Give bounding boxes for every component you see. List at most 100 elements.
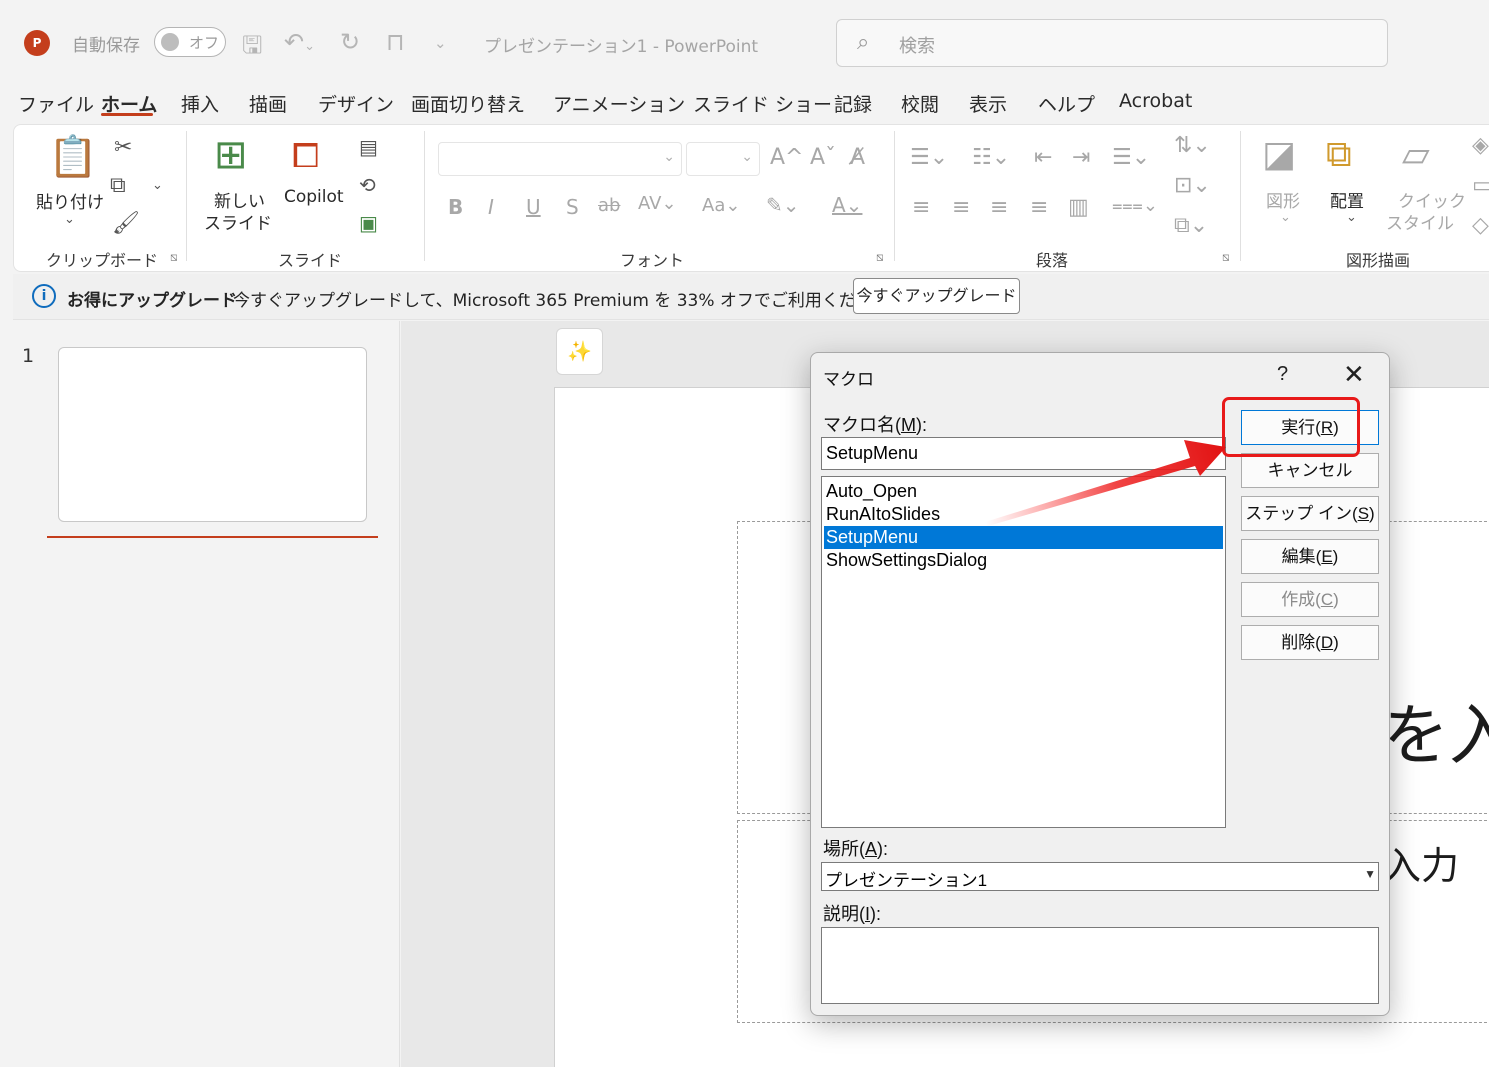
save-icon[interactable]: 🖫 bbox=[242, 28, 262, 69]
tab-view[interactable]: 表示 bbox=[969, 90, 1007, 117]
step-in-accesskey: S bbox=[1357, 504, 1370, 523]
quick-styles-icon[interactable]: ▱ bbox=[1402, 137, 1430, 173]
underline-icon[interactable]: U bbox=[526, 197, 541, 217]
tab-transitions[interactable]: 画面切り替え bbox=[411, 90, 525, 117]
font-launcher-icon[interactable]: ⧅ bbox=[876, 250, 884, 265]
cut-icon[interactable]: ✂ bbox=[114, 137, 132, 159]
tab-acrobat[interactable]: Acrobat bbox=[1119, 90, 1192, 112]
help-icon[interactable]: ? bbox=[1277, 363, 1288, 386]
tab-file[interactable]: ファイル bbox=[18, 90, 94, 117]
increase-indent-icon[interactable]: ⇥ bbox=[1072, 147, 1090, 169]
shapes-button[interactable]: 図形 bbox=[1266, 187, 1300, 212]
align-left-icon[interactable]: ≡ bbox=[912, 197, 930, 219]
chevron-down-icon: ⌄ bbox=[663, 149, 675, 165]
delete-button[interactable]: 削除(D) bbox=[1241, 625, 1379, 660]
copilot-button[interactable]: Copilot bbox=[284, 187, 344, 207]
tab-insert[interactable]: 挿入 bbox=[181, 90, 219, 117]
distribute-icon[interactable]: ⩶⌄ bbox=[1112, 197, 1158, 215]
list-item[interactable]: Auto_Open bbox=[824, 480, 1223, 503]
new-slide-icon[interactable]: ⊞ bbox=[214, 135, 248, 175]
upgrade-now-button[interactable]: 今すぐアップグレード bbox=[853, 278, 1020, 314]
insertion-marker bbox=[47, 536, 378, 538]
font-size-combo[interactable]: ⌄ bbox=[686, 142, 760, 176]
delete-button-label: 削除( bbox=[1281, 633, 1321, 652]
chevron-down-icon: ⌄ bbox=[741, 149, 753, 165]
slide-thumbnail[interactable] bbox=[58, 347, 367, 522]
quick-styles-label-2[interactable]: スタイル bbox=[1386, 209, 1454, 234]
change-case-icon[interactable]: Aa⌄ bbox=[702, 197, 740, 215]
search-box[interactable]: ⌕ 検索 bbox=[836, 19, 1388, 67]
autosave-toggle[interactable]: オフ bbox=[154, 27, 226, 57]
copy-dropdown-icon[interactable]: ⌄ bbox=[152, 179, 163, 192]
tab-review[interactable]: 校閲 bbox=[901, 90, 939, 117]
present-icon[interactable]: ⊓ bbox=[386, 28, 405, 56]
numbering-icon[interactable]: ☷⌄ bbox=[972, 147, 1010, 169]
shadow-icon[interactable]: S bbox=[566, 197, 579, 217]
columns-icon[interactable]: ▥ bbox=[1068, 197, 1089, 219]
shape-effects-icon[interactable]: ◇ bbox=[1472, 215, 1489, 237]
upgrade-infobar: i お得にアップグレード 今すぐアップグレードして、Microsoft 365 … bbox=[13, 274, 1489, 320]
list-item[interactable]: RunAItoSlides bbox=[824, 503, 1223, 526]
font-name-combo[interactable]: ⌄ bbox=[438, 142, 682, 176]
step-in-button[interactable]: ステップ イン(S) bbox=[1241, 496, 1379, 531]
shape-outline-icon[interactable]: ▭ bbox=[1472, 175, 1489, 197]
tab-animations[interactable]: アニメーション bbox=[553, 90, 685, 117]
align-right-icon[interactable]: ≡ bbox=[990, 197, 1008, 219]
tab-draw[interactable]: 描画 bbox=[249, 90, 287, 117]
macro-list[interactable]: Auto_Open RunAItoSlides SetupMenu ShowSe… bbox=[821, 476, 1226, 828]
paste-button[interactable]: 貼り付け bbox=[36, 188, 104, 213]
clipboard-launcher-icon[interactable]: ⧅ bbox=[170, 250, 178, 265]
macro-name-input[interactable] bbox=[821, 437, 1226, 470]
bold-icon[interactable]: B bbox=[448, 197, 463, 217]
increase-font-icon[interactable]: A^ bbox=[770, 147, 803, 169]
justify-icon[interactable]: ≡ bbox=[1030, 197, 1048, 219]
bullets-icon[interactable]: ☰⌄ bbox=[910, 147, 948, 169]
tab-record[interactable]: 記録 bbox=[834, 90, 872, 117]
designer-sparkle-icon[interactable]: ✨ bbox=[556, 328, 603, 375]
close-icon[interactable]: ✕ bbox=[1343, 359, 1365, 390]
section-icon[interactable]: ▣ bbox=[359, 213, 378, 233]
shape-fill-icon[interactable]: ◈ bbox=[1472, 135, 1489, 157]
text-direction-icon[interactable]: ⇅⌄ bbox=[1174, 135, 1211, 157]
create-button[interactable]: 作成(C) bbox=[1241, 582, 1379, 617]
shapes-dropdown-icon[interactable]: ⌄ bbox=[1280, 211, 1291, 224]
format-painter-icon[interactable]: 🖌 bbox=[112, 213, 140, 235]
align-center-icon[interactable]: ≡ bbox=[952, 197, 970, 219]
redo-icon[interactable]: ↻ bbox=[340, 28, 360, 56]
tab-design[interactable]: デザイン bbox=[318, 90, 394, 117]
tab-slideshow[interactable]: スライド ショー bbox=[693, 90, 832, 117]
layout-icon[interactable]: ▤ bbox=[359, 137, 378, 157]
customize-qat-icon[interactable]: ⌄ bbox=[434, 34, 447, 52]
strikethrough-icon[interactable]: ab bbox=[598, 197, 620, 215]
copy-icon[interactable]: ⧉ bbox=[110, 175, 126, 197]
align-text-icon[interactable]: ⊡⌄ bbox=[1174, 175, 1211, 197]
arrange-button[interactable]: 配置 bbox=[1330, 187, 1364, 212]
undo-icon[interactable]: ↶⌄ bbox=[284, 28, 315, 56]
autosave-label: 自動保存 bbox=[72, 36, 140, 56]
decrease-font-icon[interactable]: Aˇ bbox=[810, 147, 836, 169]
decrease-indent-icon[interactable]: ⇤ bbox=[1034, 147, 1052, 169]
smartart-icon[interactable]: ⧉⌄ bbox=[1174, 215, 1208, 237]
shapes-icon[interactable]: ◪ bbox=[1262, 137, 1296, 173]
clear-format-icon[interactable]: A̸ bbox=[850, 147, 865, 169]
italic-icon[interactable]: I bbox=[488, 197, 494, 217]
line-spacing-icon[interactable]: ☰⌄ bbox=[1112, 147, 1150, 169]
cancel-button[interactable]: キャンセル bbox=[1241, 453, 1379, 488]
list-item[interactable]: ShowSettingsDialog bbox=[824, 549, 1223, 572]
paragraph-launcher-icon[interactable]: ⧅ bbox=[1222, 250, 1230, 265]
tab-help[interactable]: ヘルプ bbox=[1038, 90, 1095, 117]
reset-icon[interactable]: ⟲ bbox=[359, 175, 376, 195]
edit-button[interactable]: 編集(E) bbox=[1241, 539, 1379, 574]
location-select[interactable]: プレゼンテーション1 ▼ bbox=[821, 862, 1379, 891]
new-slide-label-2[interactable]: スライド bbox=[204, 209, 272, 234]
paste-icon[interactable]: 📋 bbox=[48, 137, 98, 177]
macro-name-label: マクロ名(M): bbox=[823, 411, 927, 437]
paste-dropdown-icon[interactable]: ⌄ bbox=[64, 213, 75, 226]
char-spacing-icon[interactable]: AV⌄ bbox=[638, 195, 677, 213]
arrange-dropdown-icon[interactable]: ⌄ bbox=[1346, 211, 1357, 224]
highlight-icon[interactable]: ✎⌄ bbox=[766, 195, 800, 215]
arrange-icon[interactable]: ⧉ bbox=[1326, 137, 1352, 173]
copilot-icon[interactable]: ⧠ bbox=[292, 139, 319, 173]
list-item-selected[interactable]: SetupMenu bbox=[824, 526, 1223, 549]
font-color-icon[interactable]: A⌄ bbox=[832, 195, 862, 215]
